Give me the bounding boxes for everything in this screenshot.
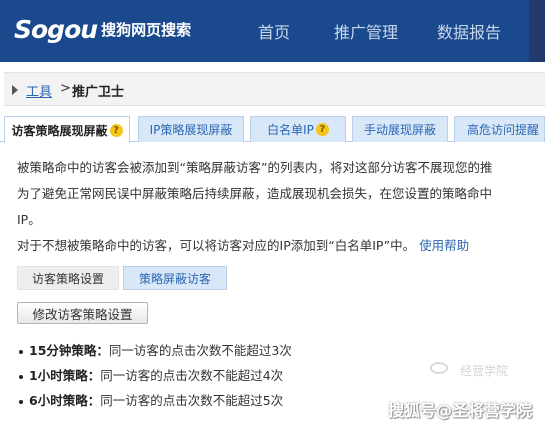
watermark: 搜狐号@圣将营学院 (388, 401, 533, 420)
tab-label: 访客策略展现屏蔽 (11, 123, 108, 138)
description-line-3: IP。 (17, 212, 41, 227)
description-text: 对于不想被策略命中的访客，可以将访客对应的IP添加到“白名单IP”中。 (17, 238, 416, 253)
logo-subtitle: 搜狗网页搜索 (101, 20, 192, 39)
bullet-icon (19, 349, 23, 354)
tab-label: 手动展现屏蔽 (363, 123, 436, 137)
triangle-right-icon (12, 85, 18, 95)
wechat-icon (430, 362, 448, 374)
subtab-visitor-settings[interactable]: 访客策略设置 (17, 266, 119, 290)
rule-name: 6小时策略： (29, 393, 101, 408)
tool-tabs: 访客策略展现屏蔽 ? IP策略展现屏蔽 白名单IP ? 手动展现屏蔽 高危访问提… (0, 116, 545, 143)
tab-label: 高危访问提醒 (467, 123, 540, 137)
modify-strategy-button[interactable]: 修改访客策略设置 (17, 302, 148, 324)
tab-label: 白名单IP (267, 123, 314, 137)
tab-label: IP策略展现屏蔽 (149, 123, 233, 137)
rule-text: 同一访客的点击次数不能超过3次 (108, 343, 292, 358)
breadcrumb-tools-link[interactable]: 工具 (26, 81, 52, 100)
top-header: Sogou 搜狗网页搜索 首页 推广管理 数据报告 (0, 0, 545, 62)
description-line-4: 对于不想被策略命中的访客，可以将访客对应的IP添加到“白名单IP”中。 使用帮助 (17, 235, 469, 254)
subtab-blocked-visitors[interactable]: 策略屏蔽访客 (123, 266, 227, 290)
tab-whitelist-ip[interactable]: 白名单IP ? (250, 116, 346, 142)
help-icon[interactable]: ? (109, 123, 123, 137)
breadcrumb-separator: > (60, 81, 71, 96)
breadcrumb-area: 工具 > 推广卫士 (0, 62, 545, 112)
rule-name: 15分钟策略： (29, 343, 109, 358)
rule-item: 15分钟策略：同一访客的点击次数不能超过3次 (19, 340, 292, 359)
tab-high-risk-alert[interactable]: 高危访问提醒 (454, 116, 545, 142)
tab-manual-block[interactable]: 手动展现屏蔽 (352, 116, 448, 142)
rule-item: 6小时策略：同一访客的点击次数不能超过5次 (19, 390, 283, 409)
breadcrumb: 工具 > 推广卫士 (4, 72, 545, 106)
tab-ip-strategy[interactable]: IP策略展现屏蔽 (138, 116, 244, 142)
nav-data-report[interactable]: 数据报告 (437, 0, 501, 62)
description-line-2: 为了避免正常网民误中屏蔽策略后持续屏蔽，造成展现机会损失，在您设置的策略命中 (17, 186, 493, 201)
breadcrumb-current: 推广卫士 (72, 85, 125, 100)
nav-home[interactable]: 首页 (258, 0, 290, 62)
header-right-block (529, 0, 545, 62)
usage-help-link[interactable]: 使用帮助 (419, 238, 469, 253)
rule-text: 同一访客的点击次数不能超过4次 (100, 368, 284, 383)
nav-promotion-manage[interactable]: 推广管理 (334, 0, 398, 62)
rule-item: 1小时策略：同一访客的点击次数不能超过4次 (19, 365, 283, 384)
bullet-icon (19, 399, 23, 404)
rule-text: 同一访客的点击次数不能超过5次 (100, 393, 284, 408)
help-icon[interactable]: ? (315, 123, 329, 136)
rule-name: 1小时策略： (29, 368, 101, 383)
watermark-faint: 经营学院 (460, 364, 509, 378)
tab-visitor-strategy[interactable]: 访客策略展现屏蔽 ? (4, 116, 130, 143)
description-line-1: 被策略命中的访客会被添加到“策略屏蔽访客”的列表内，将对这部分访客不展现您的推 (17, 160, 493, 175)
bullet-icon (19, 374, 23, 379)
logo-text: Sogou (14, 14, 98, 44)
sogou-logo[interactable]: Sogou 搜狗网页搜索 (14, 12, 191, 46)
